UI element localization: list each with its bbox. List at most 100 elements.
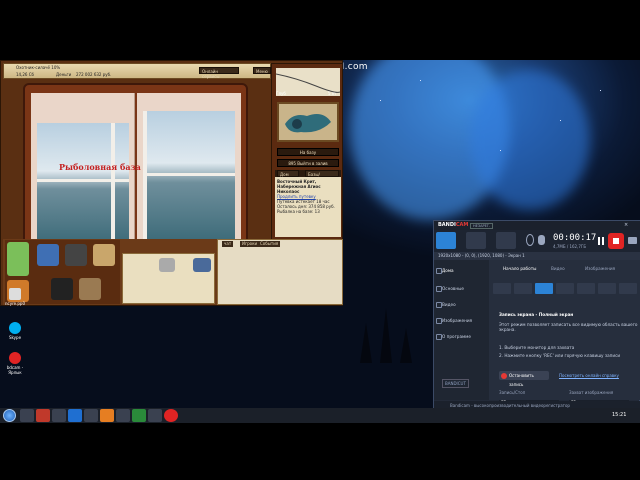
taskbar-bandicam-icon[interactable] — [164, 409, 178, 422]
star — [560, 120, 561, 121]
taskbar-app-icon[interactable] — [132, 409, 146, 422]
taskbar-explorer-icon[interactable] — [20, 409, 34, 422]
screen-mode-icon[interactable] — [436, 232, 456, 249]
bag-icon[interactable] — [93, 244, 115, 266]
mode-game-icon[interactable] — [577, 283, 595, 294]
book-title: Рыболовная база — [59, 162, 141, 172]
chat-panel: чат Игроки События — [217, 239, 343, 305]
step-1: 1. Выберите монитор для захвата — [499, 345, 575, 350]
capture-target: 1920x1080 - (0, 0), (1920, 1080) - Экран… — [434, 252, 640, 260]
go-to-sea-button[interactable]: 895 Выйти в залив — [277, 159, 339, 167]
desktop-icon-file[interactable]: ncyre.pp0 — [4, 288, 26, 306]
kettle-icon[interactable] — [51, 278, 73, 300]
tab-players[interactable]: Игроки — [240, 241, 260, 247]
pause-icon[interactable] — [598, 237, 604, 245]
hotkey-image-label: Захват изображения — [569, 390, 614, 395]
star — [380, 100, 381, 101]
taskbar-app-icon[interactable] — [52, 409, 66, 422]
taskbar-app-icon[interactable] — [84, 409, 98, 422]
bandicut-button[interactable]: BANDICUT — [442, 379, 469, 388]
info-line-3: Рыбалка на базе: 13 — [277, 209, 320, 214]
tab-locations[interactable]: Базы/лоткапи — [305, 170, 339, 182]
game-bottom-panel: чат Игроки События — [3, 239, 343, 305]
bag-contents — [122, 253, 215, 304]
section-description: Этот режим позволяет записать все видиму… — [499, 322, 638, 332]
taskbar-clock: 15:21 — [612, 412, 627, 418]
sidebar-item-images[interactable]: Изображения — [435, 318, 472, 324]
sidebar-item-video[interactable]: Видео — [436, 302, 456, 308]
tab-home[interactable]: Дом — [277, 170, 299, 177]
webcam-icon[interactable] — [526, 234, 534, 246]
sidebar-item-general[interactable]: Основные — [436, 286, 464, 292]
base-photo-right — [143, 111, 235, 241]
sidebar-item-about[interactable]: О программе — [436, 334, 471, 340]
bait-jar-icon[interactable] — [7, 242, 29, 276]
tab-images[interactable]: Изображения — [585, 266, 615, 271]
money-label: Деньги — [56, 72, 72, 77]
logo-accent: CAM — [455, 222, 469, 228]
sack-icon[interactable] — [79, 278, 101, 300]
game-mode-icon[interactable] — [466, 232, 486, 249]
bandicam-window: BANDICAM НЕЗАРЕГ. × 00:00:17 4,7МБ / 162… — [433, 220, 640, 411]
stop-recording-button[interactable]: Остановить запись — [499, 371, 549, 387]
taskbar: 15:21 — [0, 408, 640, 423]
mode-audio-icon[interactable] — [619, 283, 637, 294]
start-button[interactable] — [3, 409, 16, 422]
letterbox-top — [0, 0, 640, 60]
window-frame — [143, 111, 147, 241]
region-map[interactable] — [277, 102, 339, 142]
window-frame — [143, 173, 235, 176]
bandicam-logo: BANDICAM — [438, 222, 468, 228]
game-window: Охотник-силачё 10% 14,26 Сб Деньги 272 0… — [0, 60, 343, 306]
file-size: 4,7МБ / 162,7ГБ — [553, 244, 587, 249]
taskbar-app-icon[interactable] — [68, 409, 82, 422]
skype-icon — [9, 322, 21, 334]
to-base-num: 895 — [288, 161, 296, 166]
tab-video[interactable]: Видео — [551, 266, 565, 271]
window-frame — [37, 179, 129, 182]
close-icon[interactable]: × — [624, 222, 628, 228]
taskbar-app-icon[interactable] — [116, 409, 130, 422]
desktop-icon-label: bdcam - Ярлык — [6, 365, 24, 375]
mode-back-icon[interactable] — [493, 283, 511, 294]
online-help-link[interactable]: Посмотреть онлайн справку — [559, 373, 619, 378]
aurora-glow — [470, 70, 590, 210]
device-mode-icon[interactable] — [496, 232, 516, 249]
tab-events[interactable]: События — [258, 241, 281, 247]
desktop-icon-label: Skype — [8, 335, 22, 340]
mode-region-icon[interactable] — [514, 283, 532, 294]
mode-device-icon[interactable] — [598, 283, 616, 294]
to-base-button[interactable]: На базу — [277, 148, 339, 156]
menu-button[interactable]: Меню — [253, 67, 271, 74]
unregistered-badge[interactable]: НЕЗАРЕГ. — [470, 223, 494, 229]
desktop-icon-bdcam[interactable]: bdcam - Ярлык — [4, 352, 26, 375]
game-status-bar: Охотник-силачё 10% 14,26 Сб Деньги 272 0… — [3, 63, 271, 79]
tackle-box-icon[interactable] — [37, 244, 59, 266]
camera-icon[interactable] — [628, 237, 637, 244]
sidebar-item-home[interactable]: Дома — [436, 268, 454, 274]
mode-fullscreen-icon[interactable] — [535, 283, 553, 294]
money-value: 272 002 632 руб. — [76, 72, 112, 77]
taskbar-app-icon[interactable] — [36, 409, 50, 422]
tab-chat[interactable]: чат — [222, 241, 234, 247]
tab-getting-started[interactable]: Начало работы — [503, 266, 536, 271]
location-name: Восточный Крит, Набережная Агиос Николао… — [277, 179, 321, 194]
reel-icon[interactable] — [159, 258, 175, 272]
lure-icon[interactable] — [193, 258, 211, 272]
taskbar-app-icon[interactable] — [100, 409, 114, 422]
microphone-icon[interactable] — [538, 235, 545, 245]
mode-area-icon[interactable] — [556, 283, 574, 294]
online-services-button[interactable]: Онлайн сервисы — [199, 67, 239, 79]
star — [500, 150, 501, 151]
bucket-icon[interactable] — [65, 244, 87, 266]
desktop: www.BANDICAM.com Охотник-силачё 10% 14,2… — [0, 60, 640, 423]
window-frame — [111, 123, 115, 243]
desktop-icon-skype[interactable]: Skype — [4, 322, 26, 340]
weight-value: 14,26 Сб — [16, 72, 34, 77]
stop-record-button[interactable] — [608, 233, 624, 249]
tree-silhouette — [360, 323, 372, 363]
go-to-sea-label: Выйти в залив — [297, 161, 328, 166]
depth-label: Глуб — [276, 91, 286, 96]
info-tabs: Дом Базы/лоткапи — [275, 170, 341, 182]
taskbar-app-icon[interactable] — [148, 409, 162, 422]
